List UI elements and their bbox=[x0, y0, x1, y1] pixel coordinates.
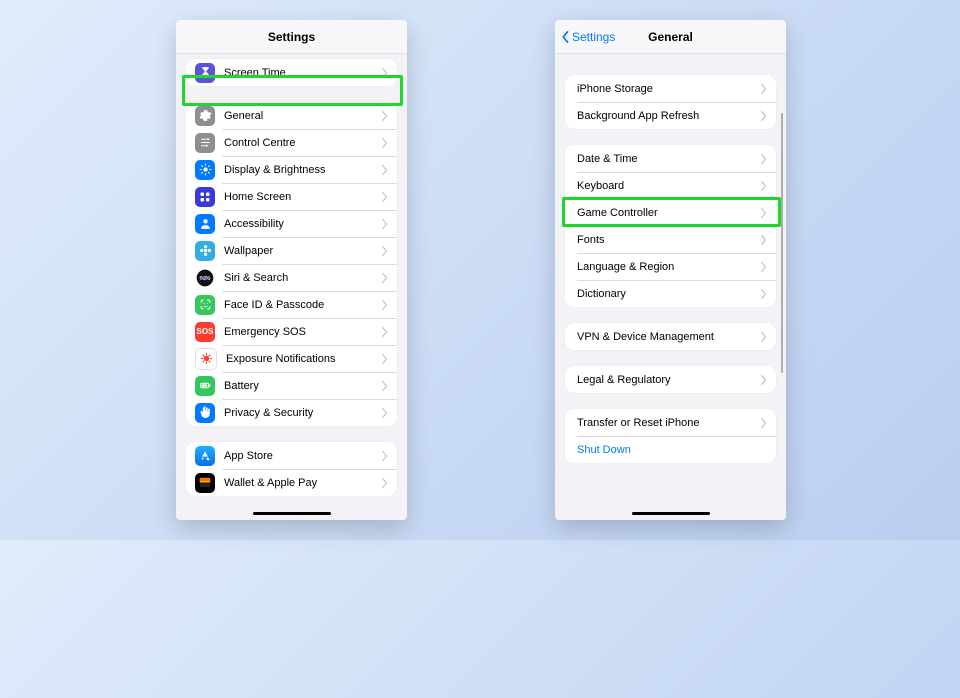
row-display-brightness[interactable]: Display & Brightness bbox=[186, 156, 397, 183]
navbar: Settings General bbox=[555, 20, 786, 54]
general-screen: Settings General iPhone Storage Backgrou… bbox=[555, 20, 786, 520]
chevron-right-icon bbox=[761, 208, 767, 218]
row-control-centre[interactable]: Control Centre bbox=[186, 129, 397, 156]
home-indicator[interactable] bbox=[253, 512, 331, 516]
wallet-icon bbox=[195, 473, 215, 493]
row-emergency-sos[interactable]: SOS Emergency SOS bbox=[186, 318, 397, 345]
row-screen-time[interactable]: Screen Time bbox=[186, 59, 397, 86]
chevron-right-icon bbox=[382, 138, 388, 148]
sliders-icon bbox=[195, 133, 215, 153]
chevron-right-icon bbox=[761, 418, 767, 428]
row-app-store[interactable]: App Store bbox=[186, 442, 397, 469]
row-wallet-apple-pay[interactable]: Wallet & Apple Pay bbox=[186, 469, 397, 496]
row-language-region[interactable]: Language & Region bbox=[565, 253, 776, 280]
hand-icon bbox=[195, 403, 215, 423]
chevron-right-icon bbox=[382, 192, 388, 202]
chevron-right-icon bbox=[761, 154, 767, 164]
row-date-time[interactable]: Date & Time bbox=[565, 145, 776, 172]
navbar: Settings bbox=[176, 20, 407, 54]
row-face-id-passcode[interactable]: Face ID & Passcode bbox=[186, 291, 397, 318]
group-general: General Control Centre Display & Brightn… bbox=[186, 102, 397, 426]
row-general[interactable]: General bbox=[186, 102, 397, 129]
row-privacy-security[interactable]: Privacy & Security bbox=[186, 399, 397, 426]
row-legal-regulatory[interactable]: Legal & Regulatory bbox=[565, 366, 776, 393]
home-indicator[interactable] bbox=[632, 512, 710, 516]
chevron-right-icon bbox=[761, 235, 767, 245]
group-vpn: VPN & Device Management bbox=[565, 323, 776, 350]
chevron-right-icon bbox=[382, 165, 388, 175]
chevron-right-icon bbox=[382, 246, 388, 256]
group-store: App Store Wallet & Apple Pay bbox=[186, 442, 397, 496]
chevron-right-icon bbox=[382, 408, 388, 418]
battery-icon bbox=[195, 376, 215, 396]
row-background-app-refresh[interactable]: Background App Refresh bbox=[565, 102, 776, 129]
chevron-right-icon bbox=[382, 219, 388, 229]
grid-icon bbox=[195, 187, 215, 207]
row-vpn-device-management[interactable]: VPN & Device Management bbox=[565, 323, 776, 350]
accessibility-icon bbox=[195, 214, 215, 234]
chevron-right-icon bbox=[382, 300, 388, 310]
gear-icon bbox=[195, 106, 215, 126]
row-iphone-storage[interactable]: iPhone Storage bbox=[565, 75, 776, 102]
group-screen-time-partial: Screen Time bbox=[186, 59, 397, 86]
sos-icon: SOS bbox=[195, 322, 215, 342]
group-reset: Transfer or Reset iPhone Shut Down bbox=[565, 409, 776, 463]
row-fonts[interactable]: Fonts bbox=[565, 226, 776, 253]
chevron-right-icon bbox=[382, 111, 388, 121]
chevron-right-icon bbox=[382, 354, 388, 364]
group-legal: Legal & Regulatory bbox=[565, 366, 776, 393]
flower-icon bbox=[195, 241, 215, 261]
chevron-right-icon bbox=[382, 478, 388, 488]
scrollbar[interactable] bbox=[781, 113, 784, 373]
row-siri-search[interactable]: Siri & Search bbox=[186, 264, 397, 291]
sun-icon bbox=[195, 160, 215, 180]
row-accessibility[interactable]: Accessibility bbox=[186, 210, 397, 237]
page-title: Settings bbox=[176, 30, 407, 44]
back-label: Settings bbox=[572, 30, 615, 44]
siri-icon bbox=[195, 268, 215, 288]
row-battery[interactable]: Battery bbox=[186, 372, 397, 399]
row-dictionary[interactable]: Dictionary bbox=[565, 280, 776, 307]
row-game-controller[interactable]: Game Controller bbox=[565, 199, 776, 226]
chevron-right-icon bbox=[382, 273, 388, 283]
chevron-right-icon bbox=[761, 375, 767, 385]
chevron-right-icon bbox=[761, 262, 767, 272]
row-keyboard[interactable]: Keyboard bbox=[565, 172, 776, 199]
hourglass-icon bbox=[195, 63, 215, 83]
virus-icon bbox=[195, 348, 217, 370]
row-wallpaper[interactable]: Wallpaper bbox=[186, 237, 397, 264]
back-button[interactable]: Settings bbox=[555, 30, 615, 44]
row-home-screen[interactable]: Home Screen bbox=[186, 183, 397, 210]
chevron-right-icon bbox=[382, 327, 388, 337]
row-transfer-reset[interactable]: Transfer or Reset iPhone bbox=[565, 409, 776, 436]
row-shut-down[interactable]: Shut Down bbox=[565, 436, 776, 463]
group-input: Date & Time Keyboard Game Controller Fon… bbox=[565, 145, 776, 307]
chevron-right-icon bbox=[761, 181, 767, 191]
chevron-right-icon bbox=[761, 332, 767, 342]
group-storage: iPhone Storage Background App Refresh bbox=[565, 75, 776, 129]
app-store-icon bbox=[195, 446, 215, 466]
face-id-icon bbox=[195, 295, 215, 315]
chevron-right-icon bbox=[382, 68, 388, 78]
settings-screen: Settings Screen Time General Control Cen… bbox=[176, 20, 407, 520]
chevron-right-icon bbox=[761, 289, 767, 299]
chevron-right-icon bbox=[761, 84, 767, 94]
chevron-right-icon bbox=[382, 381, 388, 391]
chevron-right-icon bbox=[382, 451, 388, 461]
chevron-right-icon bbox=[761, 111, 767, 121]
row-exposure-notifications[interactable]: Exposure Notifications bbox=[186, 345, 397, 372]
